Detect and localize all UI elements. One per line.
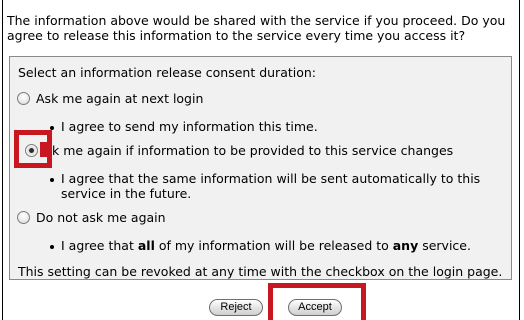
highlight-label-cover — [40, 142, 50, 157]
emphasis-all: all — [137, 238, 155, 253]
reject-button[interactable]: Reject — [209, 299, 263, 316]
radio-do-not-ask[interactable] — [17, 211, 30, 224]
option-do-not-ask-label[interactable]: Do not ask me again — [36, 210, 166, 225]
accept-button[interactable]: Accept — [288, 299, 342, 316]
intro-text: The information above would be shared wi… — [7, 13, 506, 43]
consent-heading: Select an information release consent du… — [18, 65, 317, 80]
option-ask-next-login-detail: I agree to send my information this time… — [61, 119, 318, 134]
revoke-note: This setting can be revoked at any time … — [18, 264, 503, 279]
bullet-icon — [50, 245, 54, 249]
emphasis-any: any — [392, 238, 419, 253]
radio-ask-next-login[interactable] — [17, 92, 30, 105]
consent-panel: Select an information release consent du… — [9, 56, 512, 280]
option-ask-if-changes-label[interactable]: k me again if information to be provided… — [52, 143, 453, 158]
option-ask-if-changes-detail: I agree that the same information will b… — [61, 171, 481, 201]
option-ask-next-login-label[interactable]: Ask me again at next login — [36, 91, 203, 106]
option-do-not-ask-detail: I agree that all of my information will … — [61, 238, 471, 253]
bullet-icon — [50, 178, 54, 182]
